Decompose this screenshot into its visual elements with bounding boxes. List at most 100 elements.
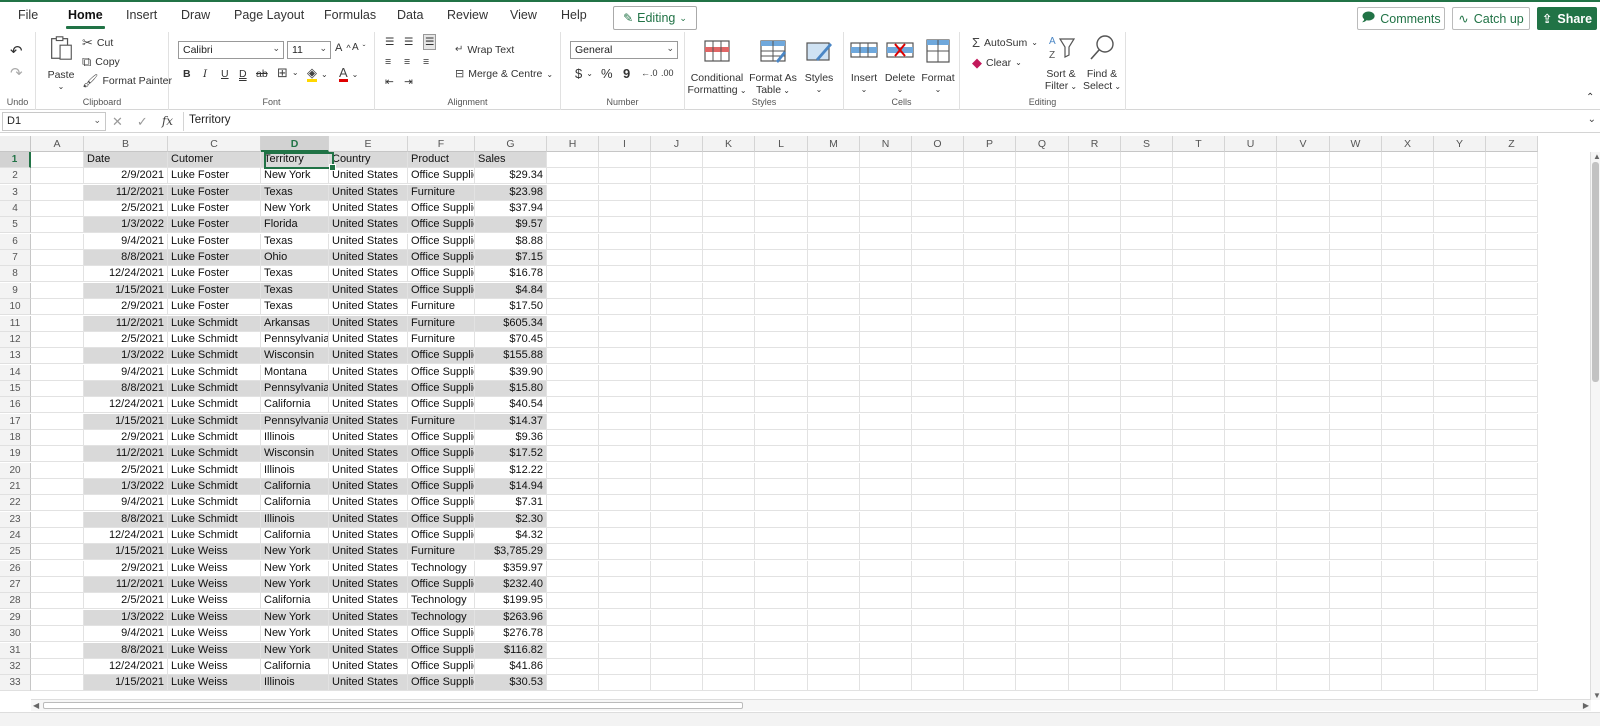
empty-cell[interactable] bbox=[1173, 250, 1225, 267]
empty-cell[interactable] bbox=[1434, 397, 1486, 414]
empty-cell[interactable] bbox=[31, 299, 84, 316]
column-header-b[interactable]: B bbox=[84, 136, 168, 152]
empty-cell[interactable] bbox=[808, 331, 860, 348]
empty-cell[interactable] bbox=[964, 511, 1016, 528]
cell-date[interactable]: 12/24/2021 bbox=[84, 266, 168, 283]
empty-cell[interactable] bbox=[808, 675, 860, 692]
empty-cell[interactable] bbox=[547, 462, 599, 479]
empty-cell[interactable] bbox=[860, 577, 912, 594]
cell-country[interactable]: United States bbox=[329, 577, 408, 594]
empty-cell[interactable] bbox=[1277, 250, 1330, 267]
column-header-v[interactable]: V bbox=[1277, 136, 1330, 152]
empty-cell[interactable] bbox=[755, 479, 808, 495]
empty-cell[interactable] bbox=[912, 560, 964, 577]
empty-cell[interactable] bbox=[1382, 658, 1434, 675]
empty-cell[interactable] bbox=[1486, 184, 1538, 201]
empty-cell[interactable] bbox=[1016, 495, 1069, 512]
paste-button[interactable]: Paste ⌄ bbox=[42, 34, 80, 93]
cell-sales[interactable]: $9.36 bbox=[475, 429, 547, 446]
cell-country[interactable]: United States bbox=[329, 282, 408, 299]
empty-cell[interactable] bbox=[703, 609, 755, 626]
empty-cell[interactable] bbox=[808, 315, 860, 332]
empty-cell[interactable] bbox=[1173, 282, 1225, 299]
empty-cell[interactable] bbox=[703, 528, 755, 545]
empty-cell[interactable] bbox=[808, 184, 860, 201]
empty-cell[interactable] bbox=[1434, 495, 1486, 512]
empty-cell[interactable] bbox=[912, 511, 964, 528]
empty-cell[interactable] bbox=[1277, 593, 1330, 610]
empty-cell[interactable] bbox=[651, 250, 703, 267]
empty-cell[interactable] bbox=[1225, 479, 1277, 495]
cell-date[interactable]: 8/8/2021 bbox=[84, 642, 168, 659]
cell-customer[interactable]: Luke Weiss bbox=[168, 544, 261, 561]
cell-country[interactable]: United States bbox=[329, 658, 408, 675]
cell-product[interactable]: Office Supplies bbox=[408, 675, 475, 692]
empty-cell[interactable] bbox=[31, 593, 84, 610]
empty-cell[interactable] bbox=[755, 364, 808, 381]
empty-cell[interactable] bbox=[1121, 168, 1173, 185]
empty-cell[interactable] bbox=[651, 152, 703, 168]
empty-cell[interactable] bbox=[1382, 462, 1434, 479]
empty-cell[interactable] bbox=[964, 593, 1016, 610]
empty-cell[interactable] bbox=[1382, 560, 1434, 577]
empty-cell[interactable] bbox=[1121, 282, 1173, 299]
empty-cell[interactable] bbox=[31, 250, 84, 267]
cell-sales[interactable]: $16.78 bbox=[475, 266, 547, 283]
cell-product[interactable]: Technology bbox=[408, 609, 475, 626]
empty-cell[interactable] bbox=[1330, 217, 1382, 234]
empty-cell[interactable] bbox=[547, 397, 599, 414]
empty-cell[interactable] bbox=[547, 217, 599, 234]
empty-cell[interactable] bbox=[1330, 380, 1382, 397]
empty-cell[interactable] bbox=[755, 168, 808, 185]
row-header[interactable]: 17 bbox=[0, 413, 31, 430]
cell-sales[interactable]: $23.98 bbox=[475, 184, 547, 201]
row-header[interactable]: 28 bbox=[0, 593, 31, 610]
cell-date[interactable]: 2/5/2021 bbox=[84, 331, 168, 348]
cancel-icon[interactable]: ✕ bbox=[112, 114, 123, 130]
empty-cell[interactable] bbox=[599, 380, 651, 397]
empty-cell[interactable] bbox=[964, 577, 1016, 594]
empty-cell[interactable] bbox=[1173, 397, 1225, 414]
empty-cell[interactable] bbox=[1225, 413, 1277, 430]
empty-cell[interactable] bbox=[964, 250, 1016, 267]
empty-cell[interactable] bbox=[1277, 315, 1330, 332]
empty-cell[interactable] bbox=[1382, 266, 1434, 283]
empty-cell[interactable] bbox=[1434, 266, 1486, 283]
cell-date[interactable]: 2/9/2021 bbox=[84, 560, 168, 577]
cell-date[interactable]: 9/4/2021 bbox=[84, 495, 168, 512]
empty-cell[interactable] bbox=[964, 315, 1016, 332]
cell-product[interactable]: Office Supplies bbox=[408, 250, 475, 267]
empty-cell[interactable] bbox=[703, 429, 755, 446]
empty-cell[interactable] bbox=[547, 479, 599, 495]
empty-cell[interactable] bbox=[1016, 364, 1069, 381]
empty-cell[interactable] bbox=[1277, 168, 1330, 185]
empty-cell[interactable] bbox=[1434, 364, 1486, 381]
align-left-icon[interactable]: ≡ bbox=[385, 56, 391, 68]
cell-customer[interactable]: Luke Weiss bbox=[168, 593, 261, 610]
empty-cell[interactable] bbox=[755, 266, 808, 283]
empty-cell[interactable] bbox=[1434, 479, 1486, 495]
cell-date[interactable]: 1/3/2022 bbox=[84, 609, 168, 626]
empty-cell[interactable] bbox=[1434, 429, 1486, 446]
empty-cell[interactable] bbox=[547, 429, 599, 446]
row-header[interactable]: 11 bbox=[0, 315, 31, 332]
cell-date[interactable]: 1/3/2022 bbox=[84, 217, 168, 234]
empty-cell[interactable] bbox=[808, 511, 860, 528]
increase-font-icon[interactable]: A ^ bbox=[335, 42, 351, 54]
cell-territory[interactable]: California bbox=[261, 495, 329, 512]
empty-cell[interactable] bbox=[1486, 544, 1538, 561]
cell-product[interactable]: Furniture bbox=[408, 184, 475, 201]
empty-cell[interactable] bbox=[912, 413, 964, 430]
empty-cell[interactable] bbox=[651, 560, 703, 577]
cell-country[interactable]: United States bbox=[329, 331, 408, 348]
header-cell-product[interactable]: Product bbox=[408, 152, 475, 168]
cell-customer[interactable]: Luke Weiss bbox=[168, 658, 261, 675]
empty-cell[interactable] bbox=[1486, 626, 1538, 643]
cell-territory[interactable]: Texas bbox=[261, 299, 329, 316]
cell-product[interactable]: Office Supplies bbox=[408, 380, 475, 397]
format-painter-button[interactable]: 🖌 Format Painter bbox=[82, 74, 172, 87]
column-header-k[interactable]: K bbox=[703, 136, 755, 152]
empty-cell[interactable] bbox=[1330, 201, 1382, 218]
empty-cell[interactable] bbox=[860, 446, 912, 463]
empty-cell[interactable] bbox=[1016, 626, 1069, 643]
